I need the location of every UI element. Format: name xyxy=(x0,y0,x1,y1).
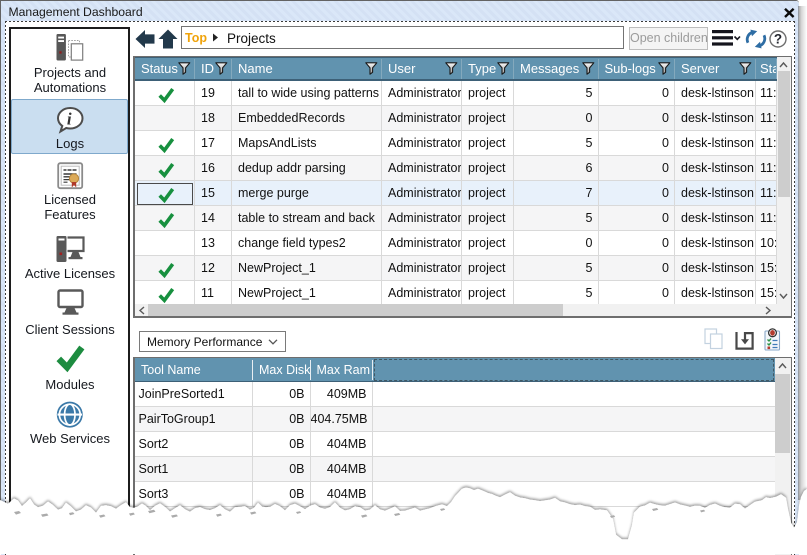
svg-text:?: ? xyxy=(774,32,782,47)
svg-text:i: i xyxy=(67,110,72,129)
